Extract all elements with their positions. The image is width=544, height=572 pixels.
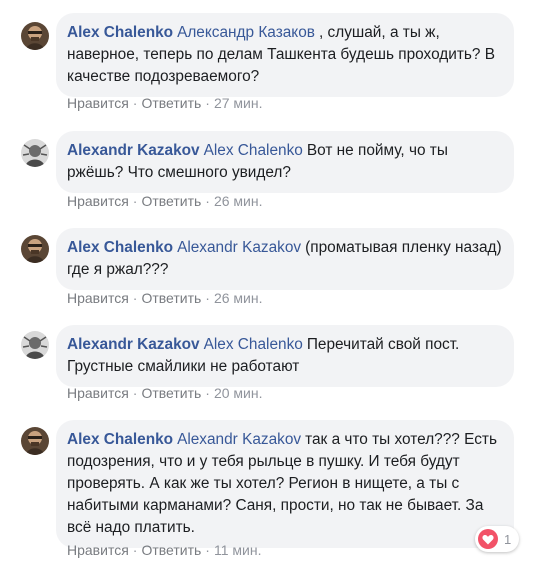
comment-author[interactable]: Alex Chalenko: [67, 239, 173, 256]
reply-button[interactable]: Ответить: [141, 193, 201, 209]
comment-time[interactable]: 26 мин.: [214, 193, 263, 209]
comment-bubble: Alexandr Kazakov Alex Chalenko Вот не пойм…: [56, 131, 514, 193]
comment-time[interactable]: 27 мин.: [214, 95, 263, 111]
avatar[interactable]: [21, 427, 49, 455]
comment-mention[interactable]: Александр Казаков: [177, 24, 315, 41]
comment-bubble: Alex Chalenko Alexandr Kazakov так а что т…: [56, 420, 514, 548]
comment-author[interactable]: Alexandr Kazakov: [67, 336, 200, 353]
comment-mention[interactable]: Alex Chalenko: [204, 336, 303, 353]
like-button[interactable]: Нравится: [67, 95, 129, 111]
reply-button[interactable]: Ответить: [141, 290, 201, 306]
comment-time[interactable]: 11 мин.: [214, 542, 262, 558]
avatar-alex-chalenko-icon: [21, 235, 49, 263]
avatar-alexandr-kazakov-icon: [21, 331, 49, 359]
avatar[interactable]: [21, 235, 49, 263]
comment-time[interactable]: 20 мин.: [214, 385, 263, 401]
avatar[interactable]: [21, 139, 49, 167]
reaction-summary[interactable]: 1: [475, 526, 519, 552]
comment-author[interactable]: Alex Chalenko: [67, 24, 173, 41]
comment-actions: Нравится · Ответить · 20 мин.: [67, 385, 263, 401]
avatar[interactable]: [21, 331, 49, 359]
like-button[interactable]: Нравится: [67, 290, 129, 306]
comment-actions: Нравится · Ответить · 11 мин.: [67, 542, 262, 558]
avatar-alex-chalenko-icon: [21, 427, 49, 455]
comment-author[interactable]: Alexandr Kazakov: [67, 142, 200, 159]
reply-button[interactable]: Ответить: [141, 542, 201, 558]
reply-button[interactable]: Ответить: [141, 385, 201, 401]
comment-mention[interactable]: Alexandr Kazakov: [177, 239, 301, 256]
comment-time[interactable]: 26 мин.: [214, 290, 263, 306]
reply-button[interactable]: Ответить: [141, 95, 201, 111]
avatar[interactable]: [21, 22, 49, 50]
comment-author[interactable]: Alex Chalenko: [67, 431, 173, 448]
like-button[interactable]: Нравится: [67, 542, 129, 558]
comment-actions: Нравится · Ответить · 27 мин.: [67, 95, 263, 111]
avatar-alex-chalenko-icon: [21, 22, 49, 50]
comment-actions: Нравится · Ответить · 26 мин.: [67, 290, 263, 306]
like-button[interactable]: Нравится: [67, 385, 129, 401]
reaction-count: 1: [504, 531, 512, 547]
like-button[interactable]: Нравится: [67, 193, 129, 209]
comment-bubble: Alex Chalenko Alexandr Kazakov (проматывая…: [56, 228, 514, 290]
comment-actions: Нравится · Ответить · 26 мин.: [67, 193, 263, 209]
avatar-alexandr-kazakov-icon: [21, 139, 49, 167]
heart-icon: [478, 529, 498, 549]
comment-mention[interactable]: Alex Chalenko: [204, 142, 303, 159]
comment-bubble: Alexandr Kazakov Alex Chalenko Перечитай с…: [56, 325, 514, 387]
comment-mention[interactable]: Alexandr Kazakov: [177, 431, 301, 448]
comment-bubble: Alex Chalenko Александр Казаков, слушай, …: [56, 13, 514, 97]
